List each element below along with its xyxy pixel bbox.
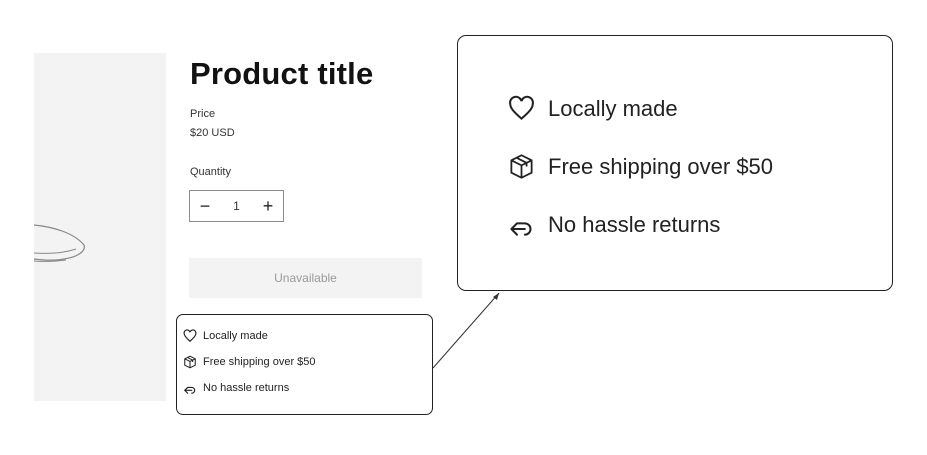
- quantity-label: Quantity: [190, 166, 231, 178]
- feature-item: No hassle returns: [508, 211, 720, 238]
- feature-label: No hassle returns: [548, 211, 721, 237]
- feature-label: No hassle returns: [203, 382, 290, 394]
- return-arrow-icon: [508, 211, 535, 238]
- product-image: [34, 53, 166, 401]
- price-value: $20 USD: [190, 127, 235, 139]
- heart-icon: [508, 95, 535, 122]
- unavailable-button[interactable]: Unavailable: [189, 258, 422, 298]
- feature-label: Locally made: [203, 330, 268, 342]
- quantity-value[interactable]: 1: [233, 199, 240, 213]
- box-icon: [183, 355, 197, 369]
- quantity-stepper[interactable]: − 1 +: [189, 190, 284, 222]
- box-icon: [508, 153, 535, 180]
- return-arrow-icon: [183, 381, 197, 395]
- shoe-illustration: [34, 224, 85, 262]
- feature-item: Free shipping over $50: [183, 355, 316, 369]
- heart-icon: [183, 329, 197, 343]
- feature-label: Locally made: [548, 95, 678, 121]
- feature-label: Free shipping over $50: [548, 153, 774, 179]
- increment-button[interactable]: +: [253, 191, 283, 221]
- feature-callout-zoomed: Locally made Free shipping over $50 No h…: [457, 35, 893, 291]
- feature-callout-small: Locally made Free shipping over $50 No h…: [176, 314, 433, 415]
- feature-item: Free shipping over $50: [508, 153, 773, 180]
- product-title: Product title: [190, 56, 374, 91]
- feature-label: Free shipping over $50: [203, 356, 316, 368]
- price-label: Price: [190, 108, 216, 120]
- feature-item: Locally made: [508, 95, 678, 122]
- feature-item: Locally made: [183, 329, 268, 343]
- feature-item: No hassle returns: [183, 381, 289, 395]
- decrement-button[interactable]: −: [190, 191, 220, 221]
